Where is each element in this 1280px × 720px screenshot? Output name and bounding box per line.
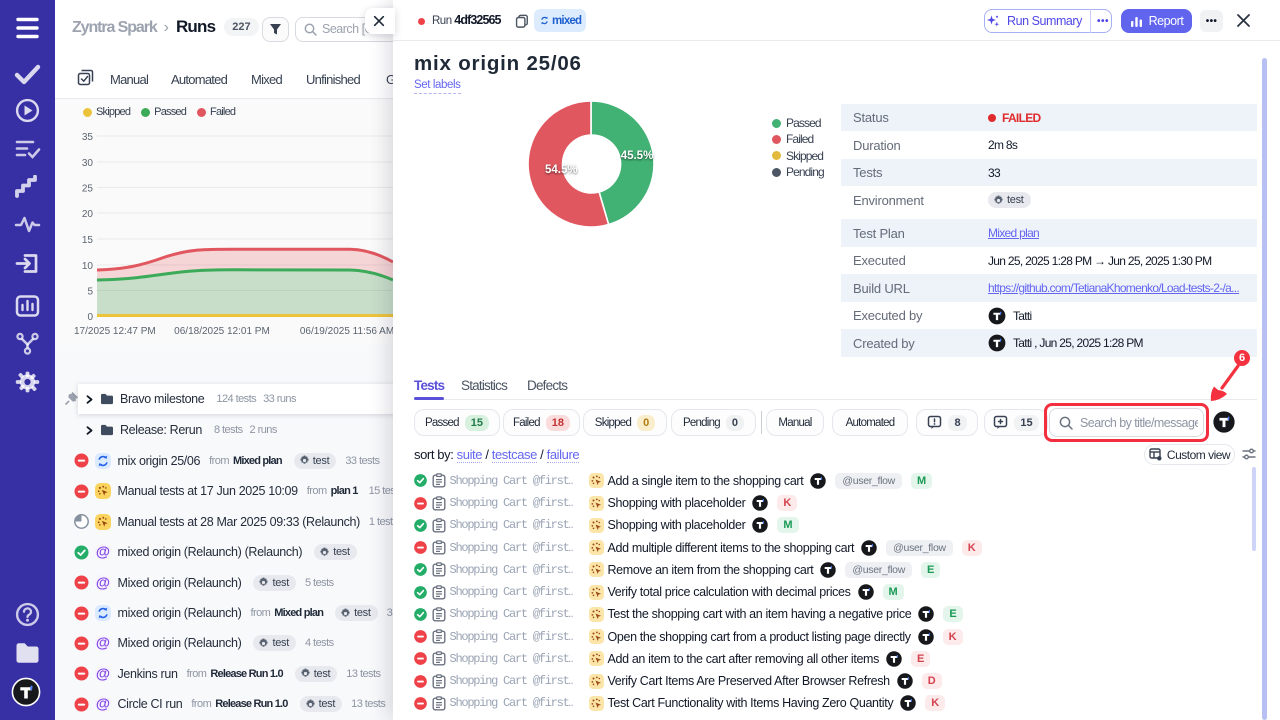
svg-text:30: 30	[82, 158, 94, 169]
svg-text:@: @	[96, 575, 110, 590]
svg-text:45.5%: 45.5%	[621, 150, 654, 162]
svg-text:06/18/2025 12:01 PM: 06/18/2025 12:01 PM	[174, 326, 270, 337]
svg-text:5: 5	[87, 287, 93, 298]
svg-text:@: @	[96, 697, 110, 712]
svg-text:20: 20	[82, 209, 94, 220]
svg-text:10: 10	[82, 261, 94, 272]
svg-text:@: @	[96, 666, 110, 681]
svg-text:@: @	[96, 545, 110, 560]
svg-text:0: 0	[87, 312, 93, 323]
svg-text:25: 25	[82, 184, 94, 195]
svg-text:15: 15	[82, 235, 94, 246]
svg-text:17/2025 12:47 PM: 17/2025 12:47 PM	[74, 326, 156, 337]
svg-text:35: 35	[82, 132, 94, 143]
svg-text:54.5%: 54.5%	[545, 164, 578, 176]
svg-text:06/19/2025 11:56 AM: 06/19/2025 11:56 AM	[300, 326, 394, 337]
svg-text:@: @	[96, 636, 110, 651]
